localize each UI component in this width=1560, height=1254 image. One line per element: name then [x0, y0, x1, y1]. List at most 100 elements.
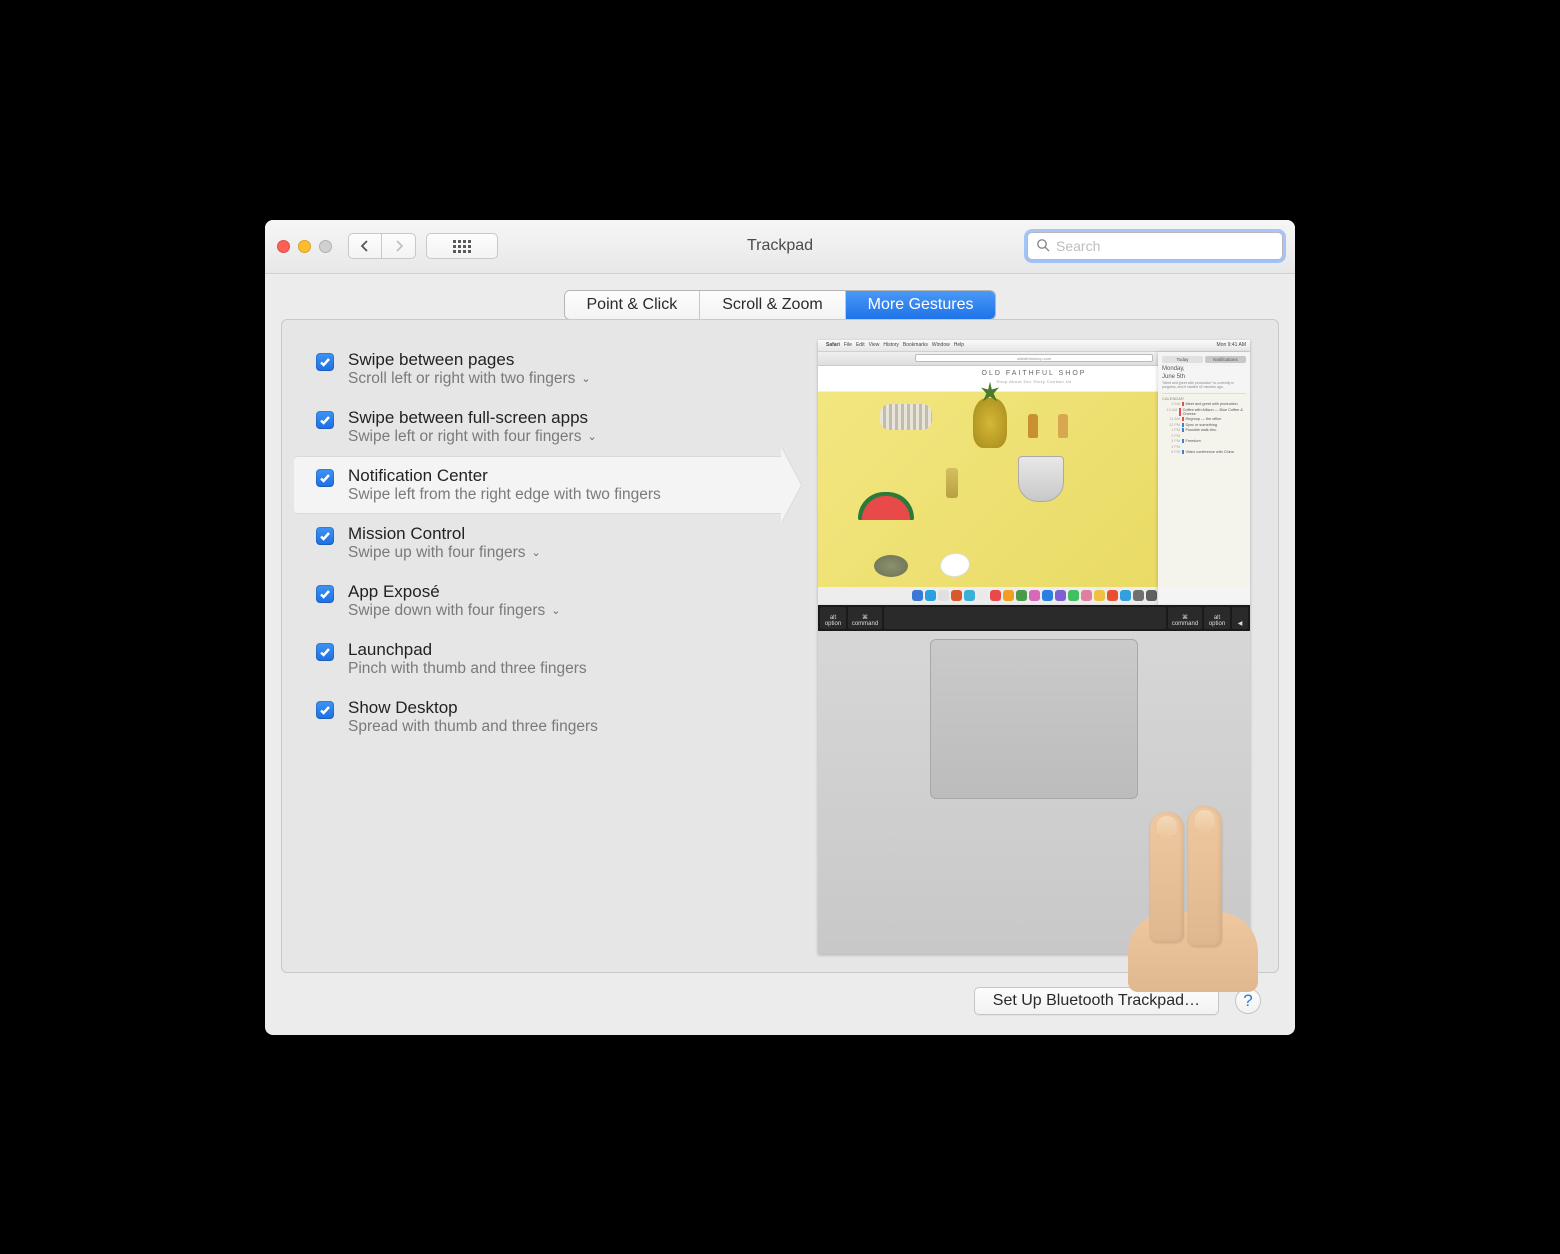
search-field-container[interactable] — [1027, 232, 1283, 260]
dock-app-icon — [912, 590, 923, 601]
nc-event-time: 2 PM — [1162, 434, 1180, 438]
nc-event-bar — [1182, 417, 1184, 421]
option-text: Launchpad Pinch with thumb and three fin… — [348, 640, 587, 678]
nc-event-label: Coffee with Allison — Blue Coffee & Chee… — [1183, 408, 1246, 416]
nc-event: 1 PMPossible walk-thru — [1162, 428, 1246, 432]
checkbox[interactable] — [316, 527, 334, 545]
dock-app-icon — [1146, 590, 1157, 601]
traffic-lights — [277, 240, 332, 253]
nc-event-time: 11 AM — [1162, 417, 1180, 421]
nc-event-bar — [1182, 423, 1184, 427]
nc-date: June 5th — [1162, 374, 1246, 380]
nc-event: 4 PM — [1162, 445, 1246, 449]
finger-icon — [1188, 806, 1222, 946]
nc-section-calendar: CALENDAR — [1162, 393, 1246, 401]
checkbox[interactable] — [316, 411, 334, 429]
dock-app-icon — [951, 590, 962, 601]
preview-app-name: Safari — [826, 342, 840, 348]
nc-event: 5 PMVideo conference with China — [1162, 450, 1246, 454]
chevron-down-icon: ⌄ — [531, 546, 540, 559]
key-spacebar — [884, 607, 1166, 629]
option-title: App Exposé — [348, 582, 561, 602]
option-desc-dropdown[interactable]: Scroll left or right with two fingers ⌄ — [348, 370, 591, 388]
checkbox[interactable] — [316, 353, 334, 371]
chevron-down-icon: ⌄ — [551, 604, 560, 617]
tabs: Point & Click Scroll & Zoom More Gesture… — [564, 290, 997, 320]
preview-hand — [1108, 772, 1258, 962]
dock-app-icon — [1133, 590, 1144, 601]
dock-app-icon — [1003, 590, 1014, 601]
spray-bottle-icon — [946, 468, 958, 498]
preview-url: oldfaithfulshop.com — [915, 354, 1153, 362]
back-button[interactable] — [348, 233, 382, 259]
nc-date: Monday, — [1162, 366, 1246, 372]
check-icon — [319, 414, 331, 426]
nc-event: 12 PMSync or something — [1162, 423, 1246, 427]
tabs-row: Point & Click Scroll & Zoom More Gesture… — [281, 290, 1279, 320]
chevron-down-icon: ⌄ — [587, 430, 596, 443]
minimize-window-button[interactable] — [298, 240, 311, 253]
dock-app-icon — [1068, 590, 1079, 601]
option-desc-dropdown[interactable]: Swipe left or right with four fingers ⌄ — [348, 428, 597, 446]
tab-point-and-click[interactable]: Point & Click — [565, 291, 701, 319]
checkbox[interactable] — [316, 643, 334, 661]
nc-event-label: Regroup — the office — [1186, 417, 1222, 421]
setup-bluetooth-trackpad-button[interactable]: Set Up Bluetooth Trackpad… — [974, 987, 1219, 1015]
option-desc-dropdown[interactable]: Swipe down with four fingers ⌄ — [348, 602, 561, 620]
dock-app-icon — [990, 590, 1001, 601]
nc-event-bar — [1182, 450, 1184, 454]
towels-icon — [880, 404, 932, 430]
dock-app-icon — [925, 590, 936, 601]
close-window-button[interactable] — [277, 240, 290, 253]
key-option-right: alt option — [1204, 607, 1230, 629]
preview-menubar: Safari File Edit View History Bookmarks … — [818, 340, 1250, 352]
forward-button[interactable] — [382, 233, 416, 259]
menu-item: History — [883, 342, 899, 348]
nc-event-label: Sync or something — [1186, 423, 1217, 427]
check-icon — [319, 704, 331, 716]
dock-app-icon — [1016, 590, 1027, 601]
key-arrow: ◀ — [1232, 607, 1248, 629]
tab-scroll-and-zoom[interactable]: Scroll & Zoom — [700, 291, 845, 319]
checkbox[interactable] — [316, 701, 334, 719]
menu-item: File — [844, 342, 852, 348]
option-desc-label: Scroll left or right with two fingers — [348, 370, 575, 388]
help-button[interactable]: ? — [1235, 988, 1261, 1014]
search-input[interactable] — [1056, 238, 1274, 254]
nc-event-bar — [1182, 402, 1184, 406]
option-desc: Pinch with thumb and three fingers — [348, 660, 587, 678]
tab-more-gestures[interactable]: More Gestures — [846, 291, 996, 319]
grid-icon — [453, 240, 471, 253]
option-text: Show Desktop Spread with thumb and three… — [348, 698, 598, 736]
option-desc: Spread with thumb and three fingers — [348, 718, 598, 736]
option-swipe-fullscreen-apps: Swipe between full-screen apps Swipe lef… — [294, 398, 782, 456]
preferences-window: Trackpad Point & Click Scroll & Zoom Mor… — [265, 220, 1295, 1035]
dock-app-icon — [1120, 590, 1131, 601]
show-all-button[interactable] — [426, 233, 498, 259]
dock-app-icon — [1107, 590, 1118, 601]
option-title: Launchpad — [348, 640, 587, 660]
menu-item: View — [869, 342, 880, 348]
check-icon — [319, 472, 331, 484]
nc-event-bar — [1182, 434, 1184, 438]
check-icon — [319, 530, 331, 542]
zoom-window-button[interactable] — [319, 240, 332, 253]
option-text: Mission Control Swipe up with four finge… — [348, 524, 541, 562]
checkbox[interactable] — [316, 469, 334, 487]
nc-event-label: Meet and greet with production — [1186, 402, 1238, 406]
option-launchpad: Launchpad Pinch with thumb and three fin… — [294, 630, 782, 688]
nc-events: 9 AMMeet and greet with production10 AMC… — [1162, 402, 1246, 454]
checkbox[interactable] — [316, 585, 334, 603]
nc-event-label: Freedom — [1186, 439, 1201, 443]
chevron-down-icon: ⌄ — [581, 372, 590, 385]
nc-event-time: 5 PM — [1162, 450, 1180, 454]
option-title: Swipe between pages — [348, 350, 591, 370]
nc-event-time: 3 PM — [1162, 439, 1180, 443]
dock-app-icon — [964, 590, 975, 601]
option-desc-dropdown[interactable]: Swipe up with four fingers ⌄ — [348, 544, 541, 562]
option-text: Swipe between pages Scroll left or right… — [348, 350, 591, 388]
option-text: Swipe between full-screen apps Swipe lef… — [348, 408, 597, 446]
settings-panel: Swipe between pages Scroll left or right… — [281, 319, 1279, 973]
titlebar: Trackpad — [265, 220, 1295, 274]
content: Point & Click Scroll & Zoom More Gesture… — [265, 274, 1295, 1035]
